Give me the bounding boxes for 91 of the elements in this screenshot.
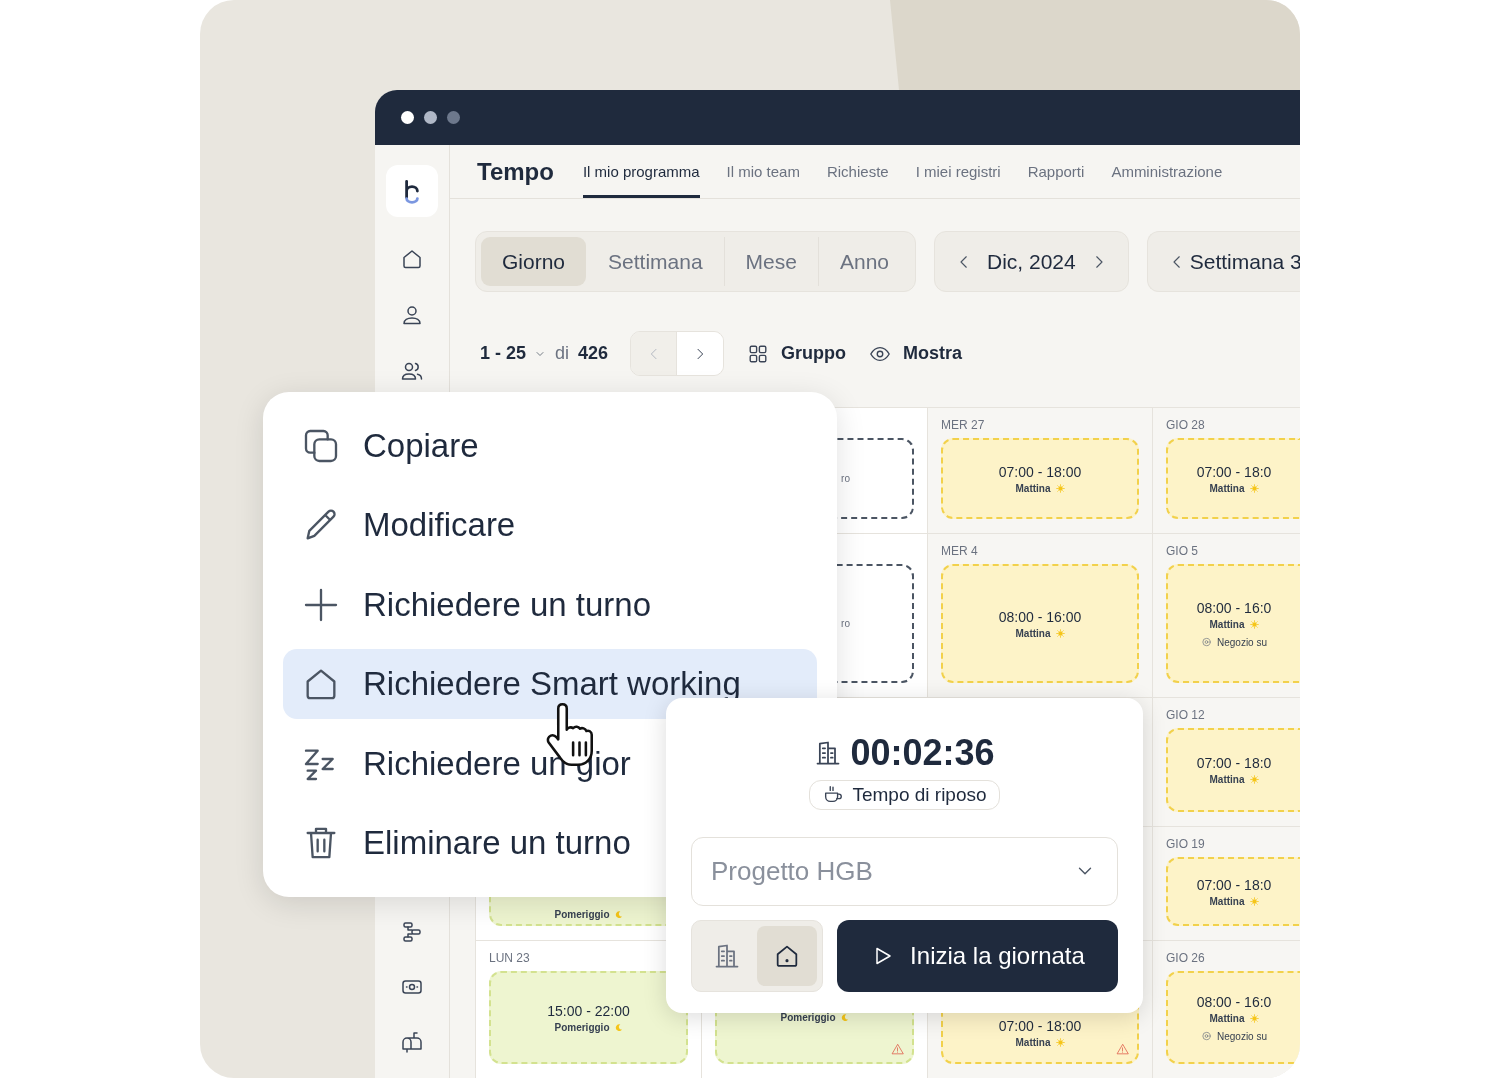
day-label: GIO 5 [1166, 544, 1199, 558]
shift-label: Mattina [1209, 482, 1245, 494]
day-label: GIO 12 [1166, 708, 1206, 722]
menu-item[interactable]: Richiedere Smart working [283, 649, 817, 720]
window-dot-icon[interactable] [401, 111, 414, 124]
view-tab[interactable]: Anno [817, 237, 910, 286]
moon-icon [840, 1013, 849, 1022]
shift-time: 08:00 - 16:0 [1196, 993, 1272, 1010]
shift-card[interactable]: 08:00 - 16:0 Mattina Negozio su [1166, 971, 1300, 1064]
mailbox-icon[interactable] [400, 1030, 424, 1054]
menu-item[interactable]: Modificare [283, 485, 817, 565]
shift-label: Pomeriggio [554, 909, 610, 920]
page-range[interactable]: 1 - 25 [480, 343, 527, 364]
shift-card[interactable]: 08:00 - 16:00 Mattina [941, 564, 1139, 683]
sun-icon [1055, 628, 1065, 638]
shift-card[interactable]: 15:00 - 22:00 Pomeriggio [489, 971, 688, 1064]
break-button[interactable]: Tempo di riposo [809, 780, 1000, 810]
show-button[interactable]: Mostra [869, 342, 963, 365]
shift-label: Mattina [1015, 627, 1051, 639]
shift-label: Pomeriggio [554, 1021, 610, 1033]
view-tab[interactable]: Settimana [586, 237, 724, 286]
window-dot-icon[interactable] [424, 111, 437, 124]
shift-label: Mattina [1209, 774, 1245, 785]
shift-label: Mattina [1209, 1012, 1245, 1024]
warning-icon [891, 1043, 904, 1056]
sun-icon [1249, 619, 1259, 629]
moon-icon [614, 910, 623, 919]
nav-tab[interactable]: Richieste [826, 148, 889, 198]
user-icon[interactable] [400, 303, 424, 327]
view-tab[interactable]: Mese [723, 237, 818, 286]
timer-display: 00:02:36 [850, 732, 995, 774]
menu-item[interactable]: Richiedere un turno [283, 565, 817, 645]
app-title: Tempo [477, 157, 554, 186]
sun-icon [1055, 1038, 1065, 1047]
shift-time: 07:00 - 18:00 [998, 463, 1082, 480]
shift-time: 07:00 - 18:0 [1196, 876, 1272, 893]
start-day-button[interactable]: Inizia la giornata [837, 920, 1118, 992]
shift-card[interactable]: 07:00 - 18:0 Mattina [1166, 728, 1300, 812]
shift-label: Mattina [1209, 618, 1245, 630]
shift-time: 08:00 - 16:00 [998, 608, 1082, 625]
shift-label: ro [841, 618, 850, 629]
nav-tab[interactable]: Rapporti [1027, 148, 1085, 198]
building-icon [713, 942, 741, 970]
shift-card[interactable]: 07:00 - 18:00 Mattina [941, 438, 1139, 519]
nav-tab[interactable]: Il mio team [726, 148, 800, 198]
location-label: Negozio su [1217, 1030, 1267, 1042]
shift-time: 07:00 - 18:0 [1196, 755, 1272, 771]
sun-icon [1249, 896, 1259, 906]
home-mode-button[interactable] [757, 926, 817, 986]
sun-icon [1249, 483, 1259, 493]
day-label: GIO 26 [1166, 951, 1206, 965]
shift-label: Mattina [1015, 1037, 1051, 1048]
location-label: Negozio su [1217, 636, 1267, 648]
flowchart-icon[interactable] [400, 920, 424, 944]
week-label: Settimana 3 [1189, 249, 1300, 274]
month-label: Dic, 2024 [987, 249, 1076, 274]
window-dot-icon[interactable] [447, 111, 460, 124]
shift-card[interactable]: 07:00 - 18:0 Mattina [1166, 857, 1300, 926]
shift-time: 07:00 - 18:0 [1196, 463, 1272, 480]
shift-label: Mattina [1209, 895, 1245, 907]
day-label: GIO 19 [1166, 837, 1206, 851]
shift-card[interactable]: 08:00 - 16:0 Mattina Negozio su [1166, 564, 1300, 683]
location-pin-icon [1201, 1030, 1212, 1042]
day-label: MER 4 [941, 544, 979, 558]
sun-icon [1249, 1013, 1259, 1023]
shift-time: 15:00 - 22:00 [547, 1002, 630, 1019]
sun-icon [1055, 483, 1065, 493]
nav-tab[interactable]: I miei registri [915, 148, 1001, 198]
shift-time: 08:00 - 16:0 [1196, 599, 1272, 616]
moon-icon [614, 1022, 623, 1032]
home-icon[interactable] [400, 247, 424, 271]
shift-label: Mattina [1015, 482, 1051, 494]
nav-tab[interactable]: Il mio programma [582, 148, 700, 198]
view-tab[interactable]: Giorno [481, 237, 587, 286]
shift-time: 07:00 - 18:00 [998, 1018, 1082, 1034]
location-pin-icon [1201, 636, 1212, 648]
shift-label: ro [841, 473, 850, 484]
total-count: 426 [578, 343, 609, 364]
warning-icon [1116, 1043, 1129, 1056]
logo-icon[interactable] [386, 165, 438, 217]
nav-tab[interactable]: Amministrazione [1111, 148, 1223, 198]
day-label: LUN 23 [489, 951, 531, 965]
shift-label: Pomeriggio [780, 1012, 836, 1023]
day-label: MER 27 [941, 418, 986, 432]
shift-card[interactable]: 07:00 - 18:0 Mattina [1166, 438, 1300, 519]
project-select[interactable]: Progetto HGB [691, 837, 1118, 906]
group-button[interactable]: Gruppo [747, 342, 847, 365]
day-label: GIO 28 [1166, 418, 1206, 432]
sun-icon [1249, 775, 1259, 784]
menu-item[interactable]: Copiare [283, 406, 817, 486]
of-label: di [555, 343, 570, 364]
